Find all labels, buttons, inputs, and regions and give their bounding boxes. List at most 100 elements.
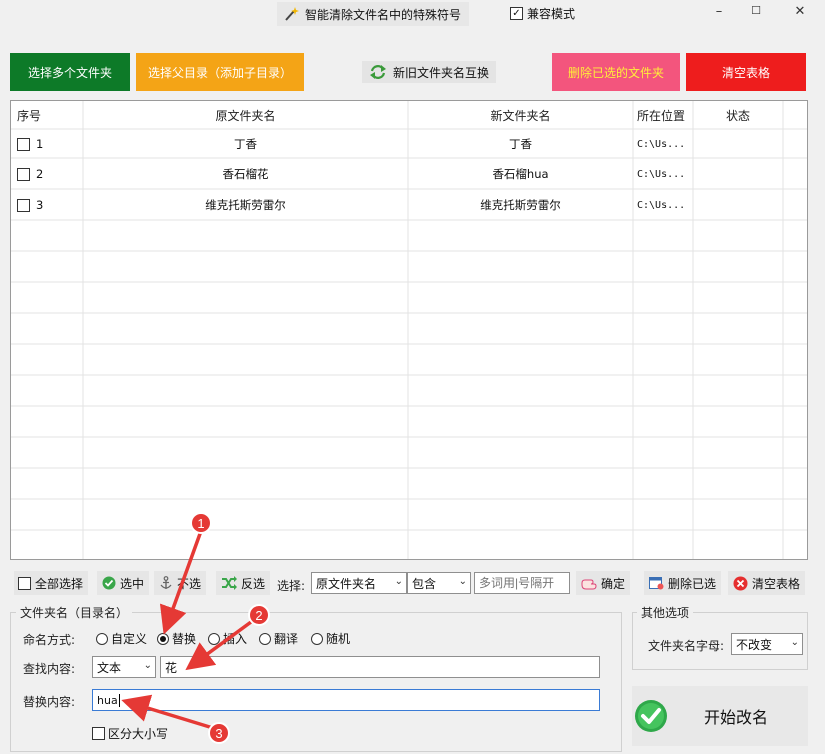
find-type-select[interactable]: 文本 ⌄ xyxy=(92,656,156,678)
column-header-new[interactable]: 新文件夹名 xyxy=(408,101,633,129)
clear-table-button[interactable]: 清空表格 xyxy=(686,53,806,91)
chevron-down-icon: ⌄ xyxy=(143,660,152,671)
select-button[interactable]: 选中 xyxy=(97,571,150,595)
checkbox-icon xyxy=(18,576,31,590)
match-select[interactable]: 包含 ⌄ xyxy=(407,572,471,594)
column-header-original[interactable]: 原文件夹名 xyxy=(83,101,408,129)
select-multi-folders-button[interactable]: 选择多个文件夹 xyxy=(10,53,130,91)
find-input-value: 花 xyxy=(165,660,178,675)
start-rename-button[interactable]: 开始改名 xyxy=(632,686,808,746)
folder-table[interactable]: 序号 原文件夹名 新文件夹名 所在位置 状态 1 丁香 丁香 C:\Us... … xyxy=(10,100,808,560)
row-index: 2 xyxy=(36,167,44,181)
close-button[interactable]: ✕ xyxy=(790,4,810,22)
row-location: C:\Us... xyxy=(637,168,686,180)
clear-table-small-button[interactable]: 清空表格 xyxy=(728,571,806,595)
row-checkbox[interactable] xyxy=(17,198,30,212)
checkbox-icon xyxy=(92,727,105,740)
shuffle-icon xyxy=(222,576,237,590)
mode-radio-insert[interactable]: 插入 xyxy=(208,630,247,647)
mode-label-insert: 插入 xyxy=(223,632,248,646)
start-rename-label: 开始改名 xyxy=(704,708,769,727)
mode-radio-replace[interactable]: 替换 xyxy=(157,630,196,647)
select-label: 选中 xyxy=(120,576,145,591)
case-sensitive-checkbox[interactable]: 区分大小写 xyxy=(92,725,168,742)
row-location: C:\Us... xyxy=(637,199,686,211)
chevron-down-icon: ⌄ xyxy=(394,576,403,587)
magic-wand-icon xyxy=(285,7,299,21)
mode-radio-random[interactable]: 随机 xyxy=(311,630,350,647)
maximize-button[interactable]: ☐ xyxy=(746,4,766,22)
invert-label: 反选 xyxy=(241,576,266,591)
swap-names-button[interactable]: 新旧文件夹名互换 xyxy=(362,61,496,83)
mode-label-custom: 自定义 xyxy=(111,632,148,646)
mode-label-random: 随机 xyxy=(326,632,351,646)
swap-names-label: 新旧文件夹名互换 xyxy=(392,65,489,80)
radio-icon xyxy=(208,632,220,645)
anchor-icon xyxy=(160,576,172,589)
row-new-name: 丁香 xyxy=(509,137,532,151)
compat-mode-checkbox[interactable]: ✓ 兼容模式 xyxy=(510,5,575,22)
app-title: 智能清除文件名中的特殊符号 xyxy=(305,7,462,22)
row-new-name: 维克托斯劳雷尔 xyxy=(480,198,561,212)
minimize-button[interactable]: – xyxy=(709,4,729,22)
find-type-value: 文本 xyxy=(97,660,122,675)
rename-group-title: 文件夹名（目录名） xyxy=(16,604,133,621)
mode-radio-custom[interactable]: 自定义 xyxy=(96,630,147,647)
radio-icon xyxy=(311,632,323,645)
match-select-value: 包含 xyxy=(412,576,437,591)
text-cursor xyxy=(118,693,120,707)
row-index: 1 xyxy=(36,137,44,151)
find-input[interactable]: 花 xyxy=(160,656,600,678)
case-sensitive-label: 区分大小写 xyxy=(108,727,169,741)
check-circle-icon xyxy=(635,700,667,732)
check-circle-icon xyxy=(102,576,116,590)
mode-label-replace: 替换 xyxy=(172,632,197,646)
confirm-label: 确定 xyxy=(601,576,626,591)
swap-icon xyxy=(369,65,386,79)
mode-radio-translate[interactable]: 翻译 xyxy=(259,630,298,647)
app-title-button[interactable]: 智能清除文件名中的特殊符号 xyxy=(277,2,470,26)
table-row[interactable]: 2 xyxy=(17,159,43,189)
keyword-input[interactable] xyxy=(474,572,570,594)
delete-selected-folders-button[interactable]: 删除已选的文件夹 xyxy=(552,53,680,91)
table-row[interactable]: 3 xyxy=(17,190,43,220)
row-original-name: 丁香 xyxy=(234,137,257,151)
invert-button[interactable]: 反选 xyxy=(216,571,271,595)
clear-table-small-label: 清空表格 xyxy=(752,576,801,591)
column-header-index[interactable]: 序号 xyxy=(17,101,41,129)
delete-selected-label: 删除已选 xyxy=(668,576,717,591)
mode-label-translate: 翻译 xyxy=(274,632,299,646)
chevron-down-icon: ⌄ xyxy=(458,576,467,587)
case-option-select[interactable]: 不改变 ⌄ xyxy=(731,633,803,655)
table-row[interactable]: 1 xyxy=(17,129,43,159)
select-all-checkbox[interactable]: 全部选择 xyxy=(14,571,89,595)
radio-selected-icon xyxy=(157,632,169,645)
choose-label: 选择: xyxy=(277,579,306,593)
row-checkbox[interactable] xyxy=(17,137,30,151)
radio-icon xyxy=(96,632,108,645)
delete-selected-button[interactable]: 删除已选 xyxy=(644,571,722,595)
column-header-status[interactable]: 状态 xyxy=(693,101,783,129)
replace-input[interactable]: hua xyxy=(92,689,600,711)
other-options-title: 其他选项 xyxy=(637,604,694,621)
hand-pointer-icon xyxy=(581,579,597,590)
chevron-down-icon: ⌄ xyxy=(790,637,799,648)
unselect-button[interactable]: 不选 xyxy=(154,571,207,595)
unselect-label: 不选 xyxy=(177,576,202,591)
row-location: C:\Us... xyxy=(637,138,686,150)
select-parent-dir-button[interactable]: 选择父目录（添加子目录） xyxy=(136,53,304,91)
case-option-label: 文件夹名字母: xyxy=(648,639,725,653)
window-delete-icon xyxy=(649,577,664,590)
title-bar: 智能清除文件名中的特殊符号 ✓ 兼容模式 – ☐ ✕ xyxy=(0,0,825,30)
column-header-location[interactable]: 所在位置 xyxy=(637,101,685,129)
row-checkbox[interactable] xyxy=(17,167,30,181)
replace-label: 替换内容: xyxy=(23,695,76,709)
confirm-button[interactable]: 确定 xyxy=(576,571,631,595)
row-original-name: 香石榴花 xyxy=(222,167,269,181)
field-select[interactable]: 原文件夹名 ⌄ xyxy=(311,572,407,594)
replace-input-value: hua xyxy=(97,693,118,707)
check-icon: ✓ xyxy=(510,7,523,20)
field-select-value: 原文件夹名 xyxy=(316,576,377,591)
close-circle-icon xyxy=(733,576,748,590)
radio-icon xyxy=(259,632,271,645)
